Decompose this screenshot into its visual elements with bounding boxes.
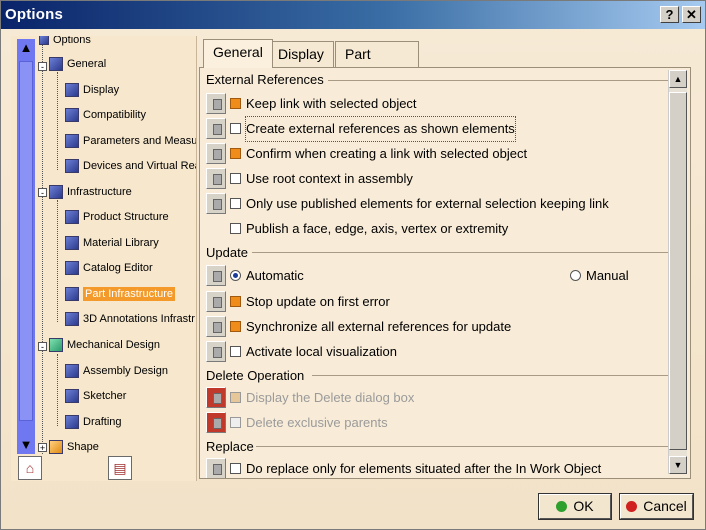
infrastructure-icon xyxy=(49,185,63,200)
checkbox[interactable] xyxy=(230,223,241,234)
tree-item-general[interactable]: General xyxy=(49,54,106,74)
reset-icon[interactable]: ⌂ xyxy=(18,456,42,480)
lock-icon[interactable] xyxy=(206,93,226,114)
expand-mechanical-icon[interactable]: - xyxy=(38,342,47,352)
part-infrastructure-icon xyxy=(65,287,79,302)
annotations-icon xyxy=(65,312,79,327)
help-button[interactable]: ? xyxy=(660,6,679,23)
tree-item-product-structure[interactable]: Product Structure xyxy=(65,207,169,227)
general-icon xyxy=(49,57,63,72)
cancel-icon xyxy=(626,500,638,512)
checkbox[interactable] xyxy=(230,346,241,357)
group-update: Update xyxy=(206,245,248,260)
tree-item-material-library[interactable]: Material Library xyxy=(65,233,159,253)
title-bar[interactable]: Options ? ✕ xyxy=(1,1,705,29)
lock-icon[interactable] xyxy=(206,265,226,286)
options-dialog: Options ? ✕ ▲ ▼ Options - General Displa… xyxy=(0,0,706,530)
catalog-editor-icon xyxy=(65,261,79,276)
lock-icon[interactable] xyxy=(206,316,226,337)
manual-radio[interactable] xyxy=(570,270,581,281)
lock-icon[interactable] xyxy=(206,458,226,478)
checkbox[interactable] xyxy=(230,148,241,159)
checkbox[interactable] xyxy=(230,321,241,332)
ok-icon xyxy=(556,500,568,512)
options-tree: ▲ ▼ Options - General Display Compatibil… xyxy=(11,36,197,481)
tab-general[interactable]: General xyxy=(203,39,273,68)
locked-icon xyxy=(206,412,226,433)
tree-item-display[interactable]: Display xyxy=(65,80,119,100)
compatibility-icon xyxy=(65,108,79,123)
product-structure-icon xyxy=(65,210,79,225)
shape-icon xyxy=(49,440,63,455)
scroll-down-icon[interactable]: ▼ xyxy=(17,436,35,454)
parameters-icon xyxy=(65,134,79,149)
devices-icon xyxy=(65,159,79,174)
group-external-references: External References xyxy=(206,72,324,87)
scroll-up-icon[interactable]: ▲ xyxy=(17,39,35,57)
tree-item-mechanical-design[interactable]: Mechanical Design xyxy=(49,335,160,355)
options-icon xyxy=(39,36,49,46)
expand-shape-icon[interactable]: + xyxy=(38,443,47,453)
lock-icon[interactable] xyxy=(206,118,226,139)
tree-item-part-infrastructure[interactable]: Part Infrastructure xyxy=(65,284,176,304)
checkbox[interactable] xyxy=(230,173,241,184)
scroll-thumb[interactable] xyxy=(19,61,33,421)
tab-display[interactable]: Display xyxy=(268,41,334,67)
drafting-icon xyxy=(65,415,79,430)
sketcher-icon xyxy=(65,389,79,404)
group-replace: Replace xyxy=(206,439,254,454)
tree-item-shape[interactable]: Shape xyxy=(49,437,99,457)
automatic-radio[interactable] xyxy=(230,270,241,281)
tree-item-sketcher[interactable]: Sketcher xyxy=(65,386,126,406)
tree-scrollbar[interactable]: ▲ ▼ xyxy=(17,39,35,454)
tree-item-infrastructure[interactable]: Infrastructure xyxy=(49,182,132,202)
update-mode-row[interactable]: Automatic Manual xyxy=(206,264,646,288)
tree-item-compatibility[interactable]: Compatibility xyxy=(65,105,146,125)
expand-infrastructure-icon[interactable]: - xyxy=(38,188,47,198)
checkbox[interactable] xyxy=(230,98,241,109)
tree-item-drafting[interactable]: Drafting xyxy=(65,412,122,432)
close-button[interactable]: ✕ xyxy=(682,6,701,23)
ok-button[interactable]: OK xyxy=(539,494,611,519)
material-library-icon xyxy=(65,236,79,251)
tree-item-devices[interactable]: Devices and Virtual Rea xyxy=(65,156,196,176)
lock-icon[interactable] xyxy=(206,291,226,312)
lock-icon[interactable] xyxy=(206,341,226,362)
tree-item-assembly-design[interactable]: Assembly Design xyxy=(65,361,168,381)
assembly-design-icon xyxy=(65,364,79,379)
lock-icon[interactable] xyxy=(206,143,226,164)
cancel-button[interactable]: Cancel xyxy=(620,494,693,519)
tree-item-parameters[interactable]: Parameters and Measur xyxy=(65,131,196,151)
tree-item-3d-annotations[interactable]: 3D Annotations Infrastr xyxy=(65,309,195,329)
export-icon[interactable]: ▤ xyxy=(108,456,132,480)
tree-item-options[interactable]: Options xyxy=(39,36,91,50)
checkbox xyxy=(230,417,241,428)
scroll-thumb[interactable] xyxy=(669,92,687,450)
expand-general-icon[interactable]: - xyxy=(38,62,47,72)
lock-icon[interactable] xyxy=(206,168,226,189)
general-tab-panel: External References Keep link with selec… xyxy=(199,67,691,479)
checkbox[interactable] xyxy=(230,463,241,474)
checkbox xyxy=(230,392,241,403)
scroll-down-icon[interactable]: ▼ xyxy=(669,456,687,474)
checkbox[interactable] xyxy=(230,296,241,307)
mechanical-design-icon xyxy=(49,338,63,353)
display-icon xyxy=(65,83,79,98)
tree-item-catalog-editor[interactable]: Catalog Editor xyxy=(65,258,153,278)
group-delete-operation: Delete Operation xyxy=(206,368,305,383)
checkbox[interactable] xyxy=(230,198,241,209)
scroll-up-icon[interactable]: ▲ xyxy=(669,70,687,88)
lock-icon[interactable] xyxy=(206,193,226,214)
window-title: Options xyxy=(5,6,64,23)
locked-icon xyxy=(206,387,226,408)
checkbox[interactable] xyxy=(230,123,241,134)
tab-part-document[interactable]: Part Document xyxy=(335,41,419,86)
panel-scrollbar[interactable]: ▲ ▼ xyxy=(668,70,687,474)
